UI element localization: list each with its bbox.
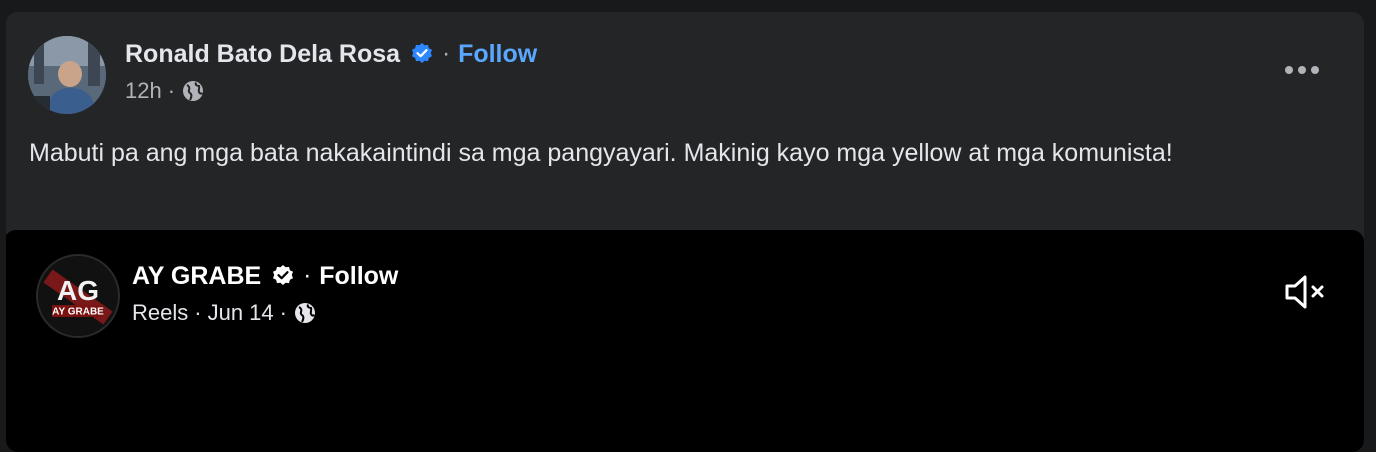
avatar-photo <box>28 36 106 114</box>
shared-date[interactable]: Jun 14 <box>208 300 274 326</box>
ay-grabe-logo: AG AY GRABE <box>38 256 118 336</box>
author-line: Ronald Bato Dela Rosa · Follow <box>125 38 537 70</box>
post-message: Mabuti pa ang mga bata nakakaintindi sa … <box>29 139 1173 167</box>
shared-reel[interactable]: AG AY GRABE AY GRABE · Follow Reels · Ju… <box>6 230 1364 452</box>
author-name[interactable]: Ronald Bato Dela Rosa <box>125 40 400 69</box>
post-meta: 12h · <box>125 78 205 104</box>
globe-icon <box>181 79 205 103</box>
shared-follow-button[interactable]: Follow <box>319 262 398 291</box>
separator-dot: · <box>167 78 176 103</box>
separator-dot: · <box>279 300 287 325</box>
separator-dot: · <box>303 262 312 289</box>
shared-author-line: AY GRABE · Follow <box>132 260 398 292</box>
logo-subtext: AY GRABE <box>52 307 104 318</box>
volume-muted-icon[interactable] <box>1280 270 1330 314</box>
more-options-icon[interactable] <box>1272 52 1332 88</box>
separator-dot: · <box>194 300 202 325</box>
shared-author-avatar[interactable]: AG AY GRABE <box>36 254 120 338</box>
shared-author-name[interactable]: AY GRABE <box>132 262 261 291</box>
shared-meta: Reels · Jun 14 · <box>132 300 317 326</box>
logo-mark-text: AG <box>57 275 99 306</box>
verified-badge-icon <box>410 42 434 66</box>
post-timestamp[interactable]: 12h <box>125 78 162 104</box>
separator-dot: · <box>442 40 451 67</box>
shared-source[interactable]: Reels <box>132 300 188 326</box>
verified-badge-icon <box>271 264 295 288</box>
post-card: Ronald Bato Dela Rosa · Follow 12h · Mab <box>6 12 1364 452</box>
globe-icon <box>293 301 317 325</box>
follow-button[interactable]: Follow <box>458 40 537 69</box>
author-avatar[interactable] <box>28 36 106 114</box>
